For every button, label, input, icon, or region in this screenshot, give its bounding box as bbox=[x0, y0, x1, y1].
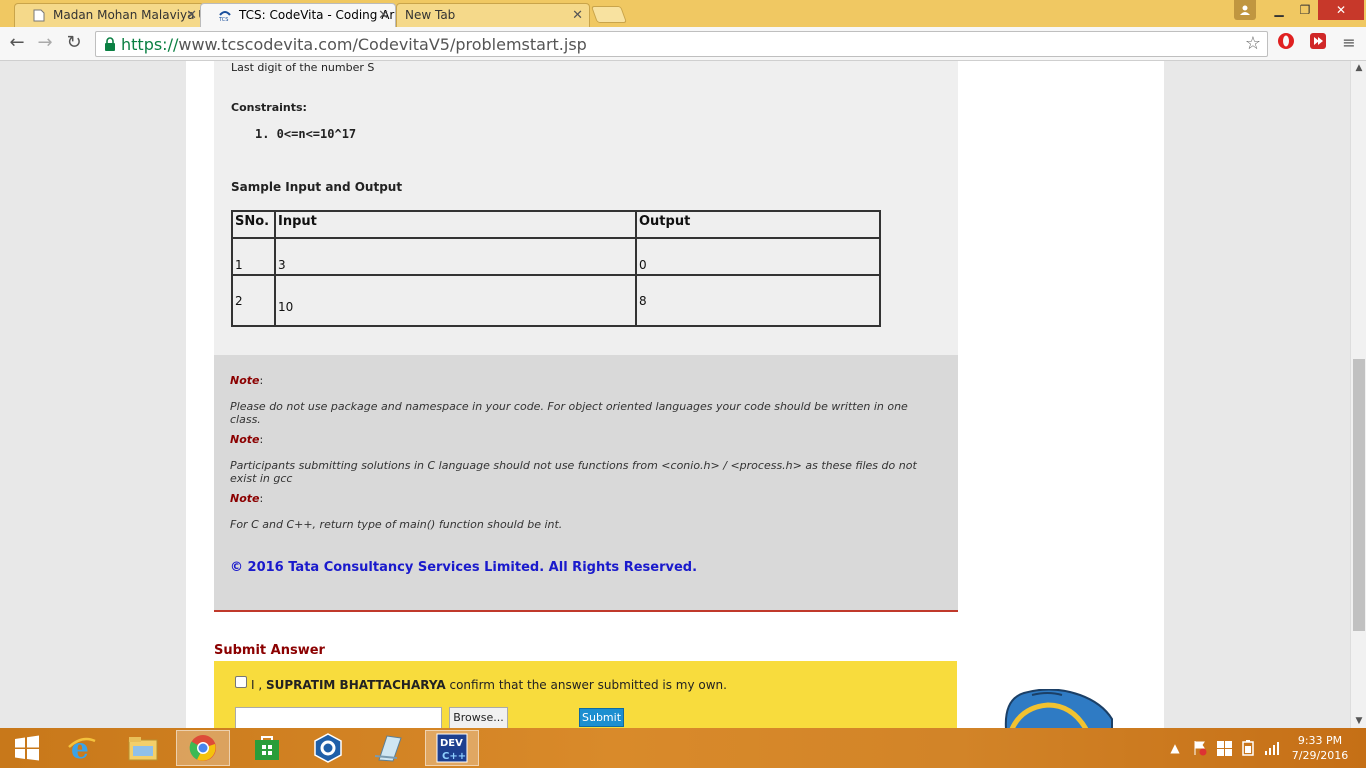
chrome-menu-icon[interactable]: ≡ bbox=[1338, 32, 1360, 54]
mascot-image bbox=[1004, 689, 1113, 728]
taskbar-notepad[interactable] bbox=[361, 730, 415, 766]
chrome-icon bbox=[189, 735, 216, 761]
close-window-icon[interactable]: ✕ bbox=[1318, 0, 1364, 20]
user-name: SUPRATIM BHATTACHARYA bbox=[266, 678, 446, 692]
taskbar-store[interactable] bbox=[240, 730, 294, 766]
clock-date: 7/29/2016 bbox=[1291, 749, 1349, 762]
notes-panel: Note: Please do not use package and name… bbox=[214, 355, 958, 612]
header-sno: SNo. bbox=[231, 210, 276, 239]
taskbar-file-explorer[interactable] bbox=[116, 730, 170, 766]
submit-button[interactable]: Submit bbox=[579, 708, 624, 727]
svg-text:TCS: TCS bbox=[219, 17, 228, 22]
page-icon bbox=[33, 9, 45, 22]
confirm-checkbox[interactable] bbox=[235, 676, 247, 688]
store-icon bbox=[255, 736, 279, 760]
page-scrollbar[interactable]: ▲ ▼ bbox=[1350, 61, 1366, 728]
address-bar[interactable]: https://www.tcscodevita.com/CodevitaV5/p… bbox=[95, 31, 1268, 57]
note-label: Note: bbox=[230, 492, 264, 505]
cell-sno: 2 bbox=[231, 274, 276, 327]
bookmark-star-icon[interactable]: ☆ bbox=[1245, 33, 1261, 54]
constraint-item: 1. 0<=n<=10^17 bbox=[255, 127, 357, 141]
page-viewport: Last digit of the number S Constraints: … bbox=[0, 61, 1350, 728]
svg-text:C++: C++ bbox=[442, 751, 466, 762]
tab-title: Madan Mohan Malaviya U bbox=[53, 8, 204, 22]
tab-title: TCS: CodeVita - Coding Ar bbox=[239, 8, 395, 22]
browse-button[interactable]: Browse... bbox=[449, 707, 508, 728]
windows-logo-icon bbox=[15, 735, 39, 761]
note-label: Note: bbox=[230, 433, 264, 446]
minimize-icon[interactable]: ▁ bbox=[1266, 0, 1292, 20]
header-input: Input bbox=[274, 210, 637, 239]
constraints-heading: Constraints: bbox=[231, 101, 307, 114]
tcs-favicon-icon: TCS bbox=[219, 11, 231, 22]
cell-sno: 1 bbox=[231, 237, 276, 276]
start-button[interactable] bbox=[0, 730, 54, 766]
browser-toolbar: ← → ↻ https://www.tcscodevita.com/Codevi… bbox=[0, 27, 1366, 61]
tab-title: New Tab bbox=[405, 8, 456, 22]
taskbar-ie[interactable]: e bbox=[55, 730, 109, 766]
internet-explorer-icon: e bbox=[68, 733, 96, 763]
note-text: Please do not use package and namespace … bbox=[230, 400, 908, 426]
forward-arrow-icon[interactable]: → bbox=[34, 32, 56, 54]
close-tab-icon[interactable]: ✕ bbox=[378, 8, 389, 23]
file-path-input[interactable] bbox=[235, 707, 442, 728]
folder-icon bbox=[128, 737, 158, 761]
sample-io-table: SNo. Input Output 1 3 0 2 10 8 bbox=[231, 210, 881, 327]
header-output: Output bbox=[635, 210, 881, 239]
note-text: For C and C++, return type of main() fun… bbox=[230, 518, 563, 531]
back-arrow-icon[interactable]: ← bbox=[6, 32, 28, 54]
taskbar-dev-cpp[interactable]: DEV C++ bbox=[425, 730, 479, 766]
scroll-up-arrow-icon[interactable]: ▲ bbox=[1351, 61, 1366, 75]
action-center-flag-icon[interactable] bbox=[1190, 728, 1210, 768]
close-tab-icon[interactable]: ✕ bbox=[572, 8, 583, 23]
output-description: Last digit of the number S bbox=[231, 61, 375, 74]
close-tab-icon[interactable]: ✕ bbox=[186, 8, 197, 23]
notepad-icon bbox=[374, 735, 402, 762]
table-row: 2 10 8 bbox=[231, 274, 881, 327]
dev-label: DEV bbox=[440, 738, 463, 749]
wifi-signal-icon[interactable] bbox=[1262, 728, 1282, 768]
show-hidden-icons-arrow[interactable]: ▲ bbox=[1168, 728, 1182, 768]
table-row: 1 3 0 bbox=[231, 237, 881, 276]
cell-output: 8 bbox=[635, 274, 881, 327]
scroll-down-arrow-icon[interactable]: ▼ bbox=[1351, 714, 1366, 728]
copyright-text: © 2016 Tata Consultancy Services Limited… bbox=[230, 560, 698, 575]
browser-tab-strip: Madan Mohan Malaviya U ✕ TCS TCS: CodeVi… bbox=[0, 0, 1366, 27]
tab-new-tab[interactable]: New Tab ✕ bbox=[396, 3, 590, 27]
svg-text:e: e bbox=[71, 733, 89, 763]
confirm-text: I , SUPRATIM BHATTACHARYA confirm that t… bbox=[251, 678, 727, 692]
clock-time: 9:33 PM bbox=[1297, 734, 1343, 747]
new-tab-button[interactable] bbox=[590, 6, 628, 23]
windows-taskbar: e DEV C++ ▲ 9:33 PM 7/29/2016 bbox=[0, 728, 1366, 768]
submit-answer-heading: Submit Answer bbox=[214, 643, 325, 658]
battery-icon[interactable] bbox=[1238, 728, 1258, 768]
taskbar-app-hexagon[interactable] bbox=[301, 730, 355, 766]
problem-statement: Last digit of the number S Constraints: … bbox=[214, 61, 958, 355]
video-extension-icon[interactable] bbox=[1309, 32, 1327, 50]
cell-output: 0 bbox=[635, 237, 881, 276]
reload-icon[interactable]: ↻ bbox=[63, 32, 85, 54]
taskbar-chrome[interactable] bbox=[176, 730, 230, 766]
scroll-thumb[interactable] bbox=[1353, 359, 1365, 631]
submit-answer-panel: I , SUPRATIM BHATTACHARYA confirm that t… bbox=[214, 661, 957, 728]
system-clock[interactable]: 9:33 PM 7/29/2016 bbox=[1290, 733, 1350, 763]
table-header-row: SNo. Input Output bbox=[231, 210, 881, 239]
note-text: Participants submitting solutions in C l… bbox=[230, 459, 917, 485]
restore-icon[interactable]: ❐ bbox=[1292, 0, 1318, 20]
url-text[interactable]: https://www.tcscodevita.com/CodevitaV5/p… bbox=[121, 35, 587, 54]
opera-extension-icon[interactable] bbox=[1277, 32, 1295, 50]
note-label: Note: bbox=[230, 374, 264, 387]
tab-madan-mohan[interactable]: Madan Mohan Malaviya U ✕ bbox=[14, 3, 204, 27]
tab-codevita[interactable]: TCS TCS: CodeVita - Coding Ar ✕ bbox=[200, 3, 396, 27]
lock-icon bbox=[105, 37, 115, 51]
network-windows-icon[interactable] bbox=[1214, 728, 1234, 768]
user-profile-icon[interactable] bbox=[1234, 0, 1256, 20]
hexagon-app-icon bbox=[314, 733, 342, 763]
sample-heading: Sample Input and Output bbox=[231, 180, 403, 194]
dev-cpp-icon: DEV C++ bbox=[436, 733, 468, 763]
content-sheet: Last digit of the number S Constraints: … bbox=[186, 61, 1164, 728]
cell-input: 10 bbox=[274, 274, 637, 327]
cell-input: 3 bbox=[274, 237, 637, 276]
